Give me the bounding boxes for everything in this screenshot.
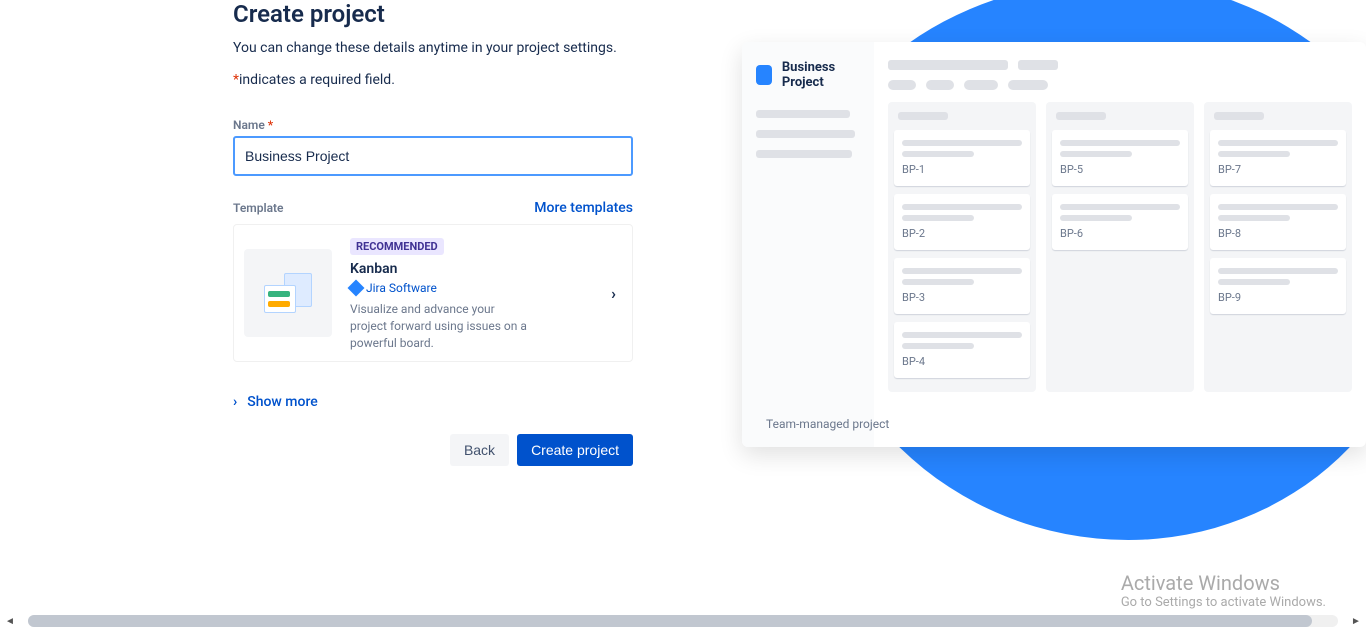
board-card: BP-7 [1210,130,1346,186]
recommended-badge: RECOMMENDED [350,238,444,255]
card-key: BP-5 [1060,163,1180,176]
board-card: BP-3 [894,258,1030,314]
required-note: *indicates a required field. [233,72,680,88]
page-subtitle: You can change these details anytime in … [233,40,680,56]
project-name-input[interactable] [233,136,633,176]
windows-watermark: Activate Windows Go to Settings to activ… [1121,571,1326,610]
page-title: Create project [233,0,680,28]
card-key: BP-6 [1060,227,1180,240]
card-key: BP-4 [902,355,1022,368]
project-preview: Business Project Team-managed project [742,42,1366,447]
template-name: Kanban [350,261,611,277]
board-column: BP-5 BP-6 [1046,102,1194,392]
create-project-button[interactable]: Create project [517,434,633,466]
card-key: BP-2 [902,227,1022,240]
template-label: Template [233,201,284,215]
board-card: BP-5 [1052,130,1188,186]
back-button[interactable]: Back [450,434,509,466]
template-software: Jira Software [350,281,611,295]
board-card: BP-2 [894,194,1030,250]
card-key: BP-8 [1218,227,1338,240]
preview-project-name: Business Project [782,60,860,90]
board-column: BP-1 BP-2 BP-3 BP-4 [888,102,1036,392]
card-key: BP-9 [1218,291,1338,304]
board-card: BP-9 [1210,258,1346,314]
board-card: BP-4 [894,322,1030,378]
chevron-right-icon: › [233,394,237,410]
team-managed-label: Team-managed project [766,417,889,431]
more-templates-link[interactable]: More templates [534,200,633,216]
board-card: BP-8 [1210,194,1346,250]
template-card-kanban[interactable]: RECOMMENDED Kanban Jira Software Visuali… [233,224,633,362]
card-key: BP-7 [1218,163,1338,176]
board-card: BP-6 [1052,194,1188,250]
template-description: Visualize and advance your project forwa… [350,301,530,351]
chevron-right-icon: › [611,284,616,303]
project-icon [756,65,772,85]
card-key: BP-3 [902,291,1022,304]
template-thumbnail [244,249,332,337]
card-key: BP-1 [902,163,1022,176]
horizontal-scrollbar[interactable]: ◄ ► [4,614,1362,628]
jira-icon [348,280,365,297]
board-column: BP-7 BP-8 BP-9 [1204,102,1352,392]
name-label: Name * [233,118,680,132]
board-card: BP-1 [894,130,1030,186]
show-more-button[interactable]: › Show more [233,394,680,410]
